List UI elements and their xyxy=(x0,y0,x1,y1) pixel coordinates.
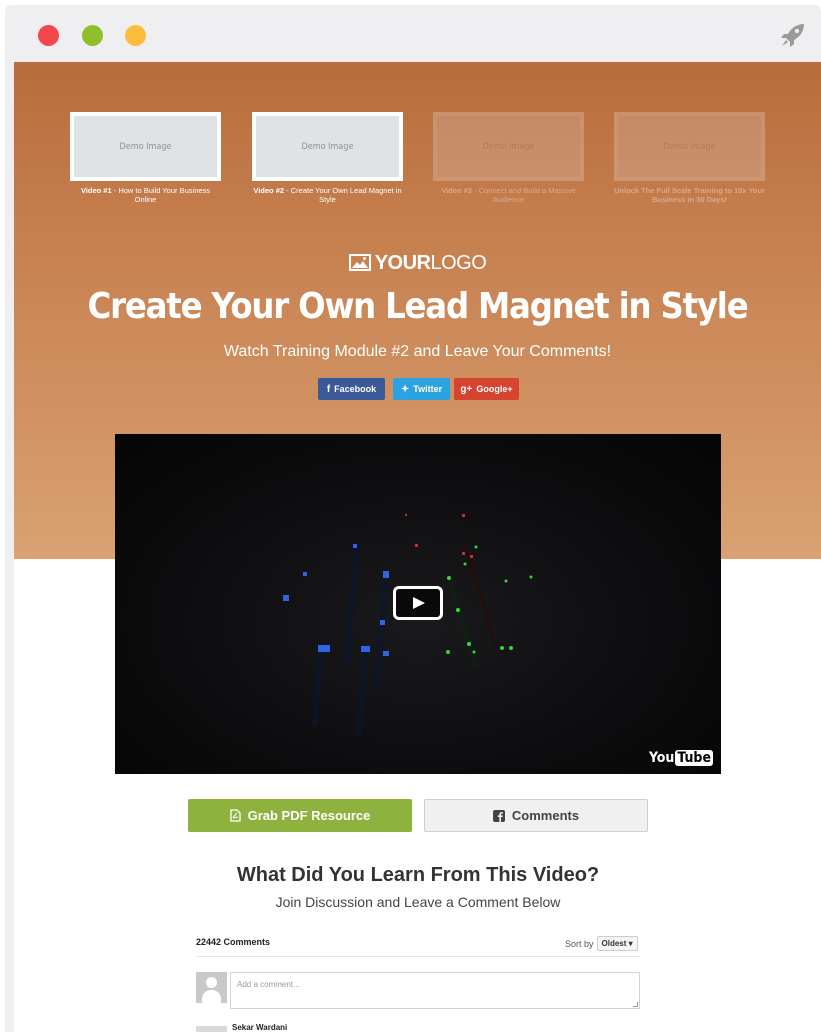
video-thumbnail-4[interactable]: Demo Image xyxy=(614,112,765,181)
comment-count: 22442 Comments xyxy=(196,937,271,947)
video-thumbnail-1-caption[interactable]: Video #1 - How to Build Your Business On… xyxy=(70,186,221,204)
twitter-share-button[interactable]: ✦ Twitter xyxy=(393,378,450,400)
image-icon xyxy=(348,254,371,271)
comment-input[interactable]: Add a comment... xyxy=(230,972,640,1009)
youtube-logo[interactable]: You Tube xyxy=(649,750,713,766)
commenter-name[interactable]: Sekar Wardani xyxy=(232,1023,287,1032)
pdf-file-icon xyxy=(229,809,241,822)
grab-pdf-button[interactable]: Grab PDF Resource xyxy=(188,799,412,832)
commenter-avatar xyxy=(196,1026,227,1032)
avatar xyxy=(196,972,227,1003)
logo-text-bold: YOUR xyxy=(374,252,431,274)
video-player[interactable]: You Tube xyxy=(115,434,721,774)
resize-handle-icon[interactable] xyxy=(633,1002,638,1007)
comment-sort: Sort by Oldest ▾ xyxy=(565,936,638,951)
video-thumbnail-2-caption[interactable]: Video #2 - Create Your Own Lead Magnet i… xyxy=(252,186,403,204)
maximize-window-dot[interactable] xyxy=(125,25,146,46)
facebook-icon: f xyxy=(326,383,331,395)
video-thumbnail-3[interactable]: Demo Image xyxy=(433,112,584,181)
chevron-down-icon: ▾ xyxy=(628,939,633,948)
video-thumbnail-4-caption[interactable]: Unlock The Full Scale Training to 10x Yo… xyxy=(614,186,765,204)
divider xyxy=(196,956,640,957)
play-icon[interactable] xyxy=(393,586,443,620)
close-window-dot[interactable] xyxy=(38,25,59,46)
page-subtitle: Watch Training Module #2 and Leave Your … xyxy=(223,343,612,360)
comment-placeholder: Add a comment... xyxy=(237,980,300,989)
section-heading: What Did You Learn From This Video? xyxy=(236,864,600,886)
page-title: Create Your Own Lead Magnet in Style xyxy=(87,286,749,327)
thumbnail-placeholder-text: Demo Image xyxy=(119,141,172,152)
facebook-share-button[interactable]: f Facebook xyxy=(318,378,385,400)
google-plus-icon: g+ xyxy=(460,383,473,395)
thumbnail-placeholder-text: Demo Image xyxy=(663,141,716,152)
twitter-icon: ✦ xyxy=(400,383,410,395)
site-logo[interactable]: YOURLOGO xyxy=(0,252,821,275)
logo-text-light: LOGO xyxy=(430,252,487,274)
minimize-window-dot[interactable] xyxy=(82,25,103,46)
video-thumbnail-3-caption[interactable]: Video #3 - Connect and Build a Massive A… xyxy=(433,186,584,204)
video-thumbnail-2[interactable]: Demo Image xyxy=(252,112,403,181)
section-subheading: Join Discussion and Leave a Comment Belo… xyxy=(275,894,561,910)
sort-label: Sort by xyxy=(565,938,594,949)
video-thumbnail-1[interactable]: Demo Image xyxy=(70,112,221,181)
rocket-icon[interactable] xyxy=(780,22,806,48)
thumbnail-placeholder-text: Demo Image xyxy=(482,141,535,152)
google-plus-share-button[interactable]: g+ Google+ xyxy=(454,378,519,400)
comments-button[interactable]: Comments xyxy=(424,799,648,832)
sort-select[interactable]: Oldest ▾ xyxy=(596,936,638,951)
facebook-square-icon xyxy=(492,809,505,822)
thumbnail-placeholder-text: Demo Image xyxy=(301,141,354,152)
